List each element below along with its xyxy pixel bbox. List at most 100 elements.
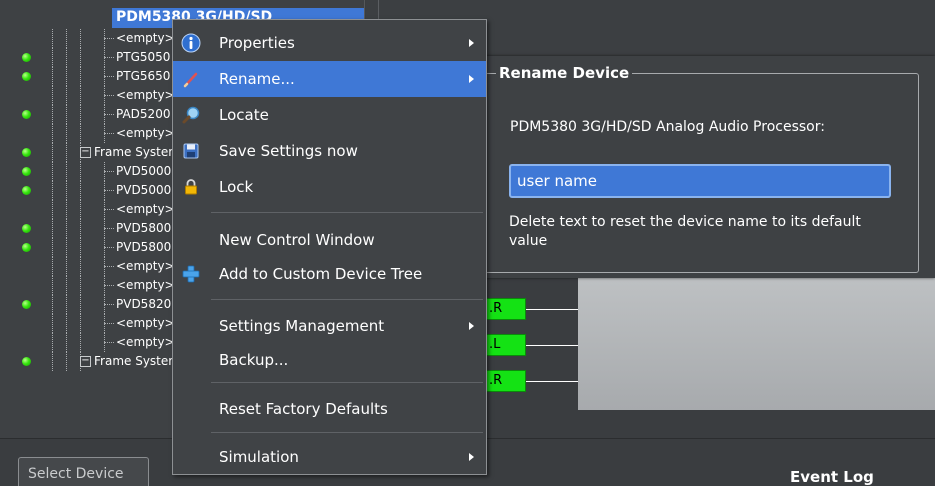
menu-item-backup[interactable]: Backup... (173, 342, 486, 378)
menu-item-label: Simulation (219, 448, 299, 466)
signal-diagram (578, 270, 935, 410)
tree-guide-line (80, 200, 81, 219)
collapse-icon[interactable]: − (80, 147, 91, 158)
tree-guide-line (52, 143, 53, 162)
tree-guide-line (66, 86, 67, 105)
menu-item-label: New Control Window (219, 231, 375, 249)
submenu-arrow-icon (469, 322, 474, 330)
menu-item-rename[interactable]: Rename... (173, 61, 486, 97)
tree-guide-line (66, 105, 67, 124)
tree-guide-line (66, 352, 67, 371)
menu-item-settings-management[interactable]: Settings Management (173, 308, 486, 344)
menu-item-label: Backup... (219, 351, 289, 369)
tree-item-label: PTG5650 (116, 69, 171, 83)
menu-item-add-to-custom-tree[interactable]: Add to Custom Device Tree (173, 256, 486, 292)
submenu-arrow-icon (469, 39, 474, 47)
status-led-icon (22, 110, 31, 119)
menu-item-properties[interactable]: Properties (173, 25, 486, 61)
tree-guide-line (104, 285, 114, 286)
status-led-icon (22, 167, 31, 176)
menu-item-lock[interactable]: Lock (173, 169, 486, 205)
menu-item-locate[interactable]: Locate (173, 97, 486, 133)
tree-item-label: <empty> (116, 259, 175, 273)
tree-guide-line (80, 181, 81, 200)
menu-item-simulation[interactable]: Simulation (173, 439, 486, 475)
tree-guide-line (104, 57, 114, 58)
tree-guide-line (104, 171, 114, 172)
collapse-icon[interactable]: − (80, 356, 91, 367)
tree-guide-line (52, 238, 53, 257)
menu-item-label: Settings Management (219, 317, 385, 335)
tree-guide-line (52, 333, 53, 352)
tree-guide-line (80, 314, 81, 333)
floppy-disk-icon (181, 141, 201, 161)
signal-wire (526, 381, 578, 382)
menu-item-label: Lock (219, 178, 254, 196)
tree-guide-line (66, 276, 67, 295)
tree-guide-line (104, 304, 114, 305)
device-name-input[interactable] (509, 164, 891, 198)
tree-guide-line (80, 333, 81, 352)
menu-item-new-control-window[interactable]: New Control Window (173, 222, 486, 258)
tree-guide-line (104, 133, 114, 134)
tree-guide-line (52, 105, 53, 124)
submenu-arrow-icon (469, 75, 474, 83)
menu-item-save-settings[interactable]: Save Settings now (173, 133, 486, 169)
tree-guide-line (52, 314, 53, 333)
audio-channel-tag[interactable]: .R (482, 298, 526, 320)
menu-item-label: Add to Custom Device Tree (219, 265, 423, 283)
plus-cross-icon (181, 264, 201, 284)
tree-guide-line (66, 29, 67, 48)
tree-guide-line (80, 67, 81, 86)
rename-device-title: Rename Device (496, 64, 633, 82)
menu-item-label: Save Settings now (219, 142, 358, 160)
status-led-icon (22, 243, 31, 252)
tree-guide-line (66, 314, 67, 333)
tree-guide-line (80, 162, 81, 181)
tree-item-label: PVD5800 (116, 221, 172, 235)
signal-wire (526, 345, 578, 346)
tree-guide-line (66, 124, 67, 143)
tree-guide-line (66, 295, 67, 314)
tree-guide-line (80, 257, 81, 276)
tree-guide-line (52, 257, 53, 276)
menu-item-label: Rename... (219, 70, 295, 88)
status-led-icon (22, 224, 31, 233)
info-icon (181, 33, 201, 53)
tree-item-label: <empty> (116, 202, 175, 216)
tree-guide-line (104, 95, 114, 96)
tree-guide-line (66, 257, 67, 276)
audio-channel-tag[interactable]: .R (482, 370, 526, 392)
menu-item-reset-factory-defaults[interactable]: Reset Factory Defaults (173, 391, 486, 427)
status-led-icon (22, 186, 31, 195)
menu-item-label: Reset Factory Defaults (219, 400, 388, 418)
tree-guide-line (80, 105, 81, 124)
padlock-icon (181, 177, 201, 197)
tree-guide-line (104, 114, 114, 115)
tree-item-label: <empty> (116, 316, 175, 330)
tree-guide-line (104, 266, 114, 267)
tree-item-label: Frame System (94, 354, 180, 368)
tree-item-label: PTG5050 (116, 50, 171, 64)
tree-guide-line (66, 67, 67, 86)
menu-separator (211, 299, 483, 300)
tree-item-label: <empty> (116, 335, 175, 349)
tree-item-label: <empty> (116, 126, 175, 140)
event-log-title: Event Log (790, 468, 874, 486)
tree-guide-line (104, 342, 114, 343)
audio-channel-tag[interactable]: .L (482, 334, 526, 356)
tree-guide-line (52, 86, 53, 105)
pencil-icon (181, 69, 201, 89)
select-device-button[interactable]: Select Device (18, 457, 149, 486)
device-type-label: PDM5380 3G/HD/SD Analog Audio Processor: (510, 119, 825, 135)
tree-guide-line (80, 238, 81, 257)
tree-guide-line (52, 29, 53, 48)
tree-guide-line (80, 124, 81, 143)
tree-guide-line (66, 219, 67, 238)
tree-guide-line (104, 76, 114, 77)
tree-guide-line (104, 190, 114, 191)
tree-item-label: PVD5800 (116, 240, 172, 254)
tree-item-label: Frame System (94, 145, 180, 159)
tree-item-label: PVD5000 (116, 164, 172, 178)
menu-separator (211, 382, 483, 383)
